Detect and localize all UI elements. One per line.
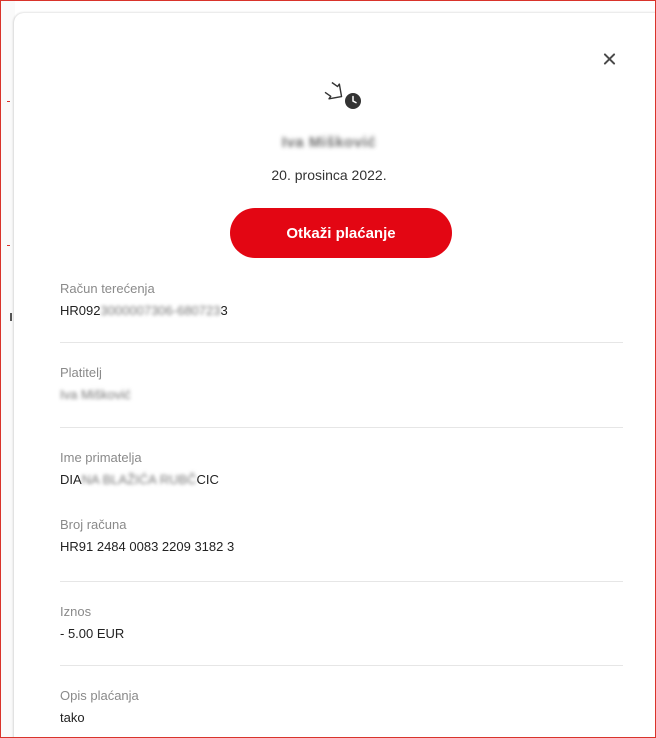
field-value: HR0923000007306-6807233: [60, 303, 623, 319]
value-redacted: NA BLAŽIĆA RUBČ: [81, 472, 197, 487]
background-page: [1, 1, 15, 737]
divider: [60, 427, 623, 428]
field-label: Opis plaćanja: [60, 688, 139, 703]
description-field: Opis plaćanja tako: [60, 688, 623, 726]
payer-field: Platitelj Iva Mišković: [60, 365, 623, 403]
account-number-field: Broj računa HR91 2484 0083 2209 3182 3: [60, 517, 623, 555]
value-visible-end: 3: [220, 303, 228, 318]
recipient-name-field: Ime primatelja DIANA BLAŽIĆA RUBČCIC: [60, 450, 623, 488]
debit-account-field: Račun terećenja HR0923000007306-6807233: [60, 281, 623, 319]
value-visible-end: CIC: [196, 472, 219, 487]
field-value: HR91 2484 0083 2209 3182 3: [60, 539, 235, 554]
field-value: Iva Mišković: [60, 387, 623, 403]
amount-field: Iznos - 5.00 EUR: [60, 604, 623, 642]
recipient-name-heading: Iva Mišković: [281, 134, 377, 151]
cancel-payment-button[interactable]: Otkaži plaćanje: [230, 208, 452, 258]
field-value: DIANA BLAŽIĆA RUBČCIC: [60, 472, 623, 488]
field-label: Račun terećenja: [60, 281, 155, 296]
divider: [60, 581, 623, 582]
field-value: - 5.00 EUR: [60, 626, 125, 641]
field-label: Broj računa: [60, 517, 127, 532]
scheduled-payment-icon: [324, 81, 361, 109]
field-label: Platitelj: [60, 365, 102, 380]
value-visible-start: DIA: [60, 472, 82, 487]
background-divider: [7, 101, 10, 102]
app-frame: Iva Mišković 20. prosinca 2022. Otkaži p…: [0, 0, 656, 738]
value-redacted: 3000007306-680723: [100, 303, 221, 318]
divider: [60, 342, 623, 343]
close-icon[interactable]: [598, 47, 622, 71]
value-visible-start: HR092: [60, 303, 101, 318]
field-value: tako: [60, 710, 85, 725]
field-label: Ime primatelja: [60, 450, 142, 465]
divider: [60, 665, 623, 666]
background-divider: [7, 245, 10, 246]
background-marker: [10, 313, 12, 321]
field-label: Iznos: [60, 604, 92, 619]
value-redacted: Iva Mišković: [60, 387, 131, 402]
payment-date: 20. prosinca 2022.: [271, 167, 387, 183]
